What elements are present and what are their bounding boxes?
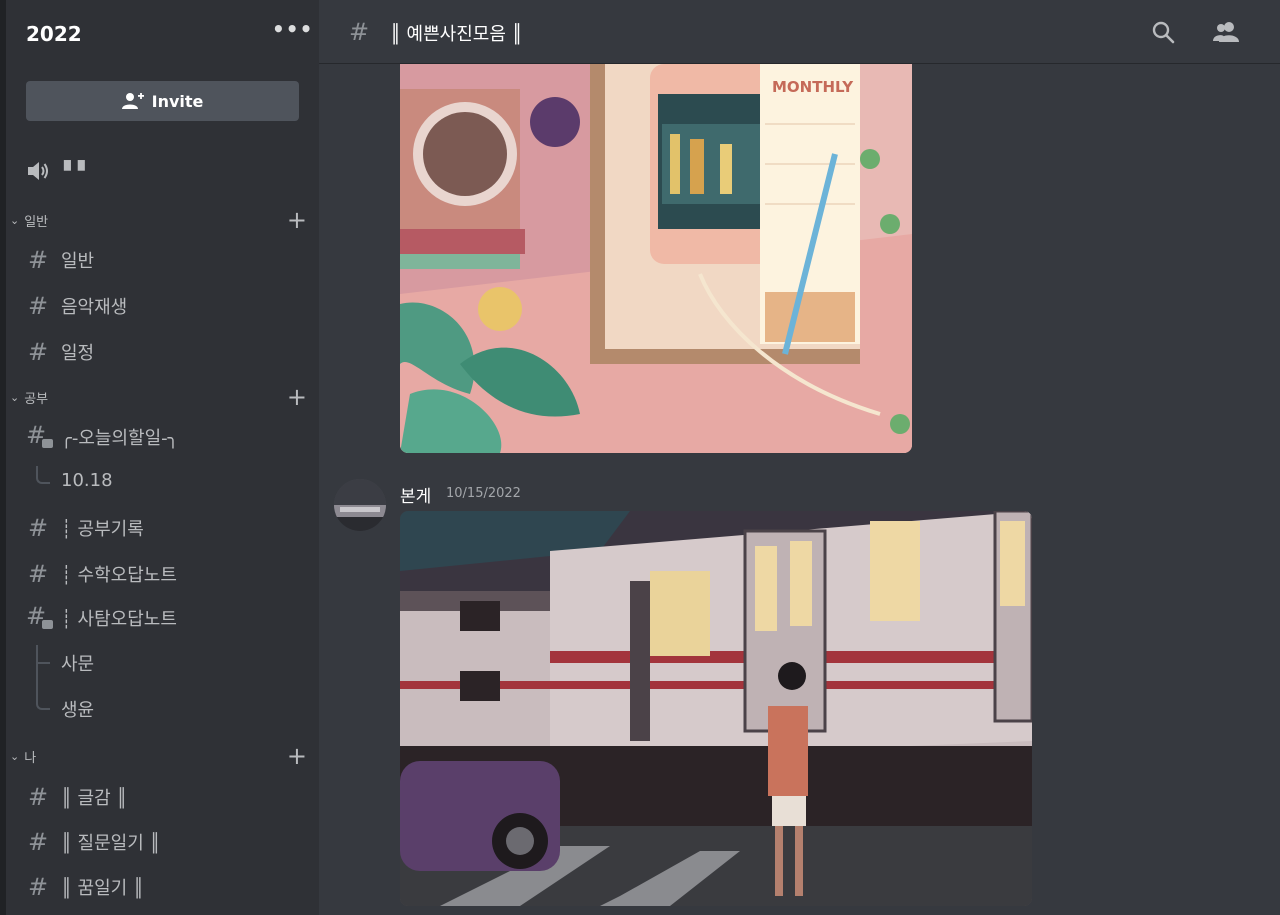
chevron-down-icon: ⌄ [10, 391, 20, 404]
channel-label: ┊ 공부기록 [61, 519, 144, 540]
voice-channel-label: ▘▘ [64, 160, 92, 182]
add-channel-icon[interactable]: + [287, 383, 307, 411]
channel-writing[interactable]: # ║ 글감 ║ [26, 783, 127, 811]
thread-connector [36, 466, 50, 484]
search-icon[interactable] [1151, 20, 1175, 44]
channel-schedule[interactable]: # 일정 [26, 338, 94, 366]
channel-math[interactable]: # ┊ 수학오답노트 [26, 560, 177, 588]
hash-icon: # [27, 246, 49, 274]
attachment-image[interactable] [400, 511, 1032, 906]
channel-label: ┊ 수학오답노트 [61, 565, 177, 586]
hash-icon: # [27, 560, 49, 588]
category-general[interactable]: ⌄ 일반 + [10, 206, 310, 234]
channel-label: ║ 꿈일기 ║ [61, 878, 144, 899]
hash-icon: # [27, 828, 49, 856]
hash-icon: # [27, 292, 49, 320]
category-study[interactable]: ⌄ 공부 + [10, 383, 310, 411]
channel-label: ╭-오늘의할일-╮ [61, 428, 179, 449]
hash-icon: # [349, 18, 370, 46]
attachment-image[interactable]: MONTHLY [400, 64, 912, 453]
add-channel-icon[interactable]: + [287, 742, 307, 770]
channel-label: 음악재생 [61, 297, 128, 318]
channel-label: 일반 [61, 251, 95, 272]
thread-1018[interactable]: 10.18 [61, 470, 113, 491]
channel-general[interactable]: # 일반 [26, 246, 94, 274]
members-icon[interactable] [1212, 20, 1240, 44]
train-illustration [400, 511, 1032, 906]
hash-icon: # [27, 873, 49, 901]
thread-icon: # [26, 421, 53, 449]
thread-icon: # [26, 602, 53, 630]
avatar-image [334, 479, 386, 531]
thread-saengyun[interactable]: 생윤 [61, 696, 94, 722]
voice-channel[interactable]: ▘▘ [26, 160, 92, 182]
message-author[interactable]: 본게 [400, 482, 431, 507]
category-label: 공부 [24, 392, 49, 407]
svg-text:MONTHLY: MONTHLY [772, 78, 854, 96]
category-me[interactable]: ⌄ 나 + [10, 742, 310, 770]
hash-icon: # [27, 783, 49, 811]
invite-button[interactable]: Invite [26, 81, 299, 121]
category-label: 일반 [24, 215, 49, 230]
channel-header: # ║ 예쁜사진모음 ║ [319, 0, 1280, 64]
more-options-icon[interactable]: ••• [272, 17, 313, 41]
thread-connector [36, 662, 50, 710]
hash-icon: # [27, 338, 49, 366]
category-label: 나 [24, 751, 37, 766]
channel-question[interactable]: # ║ 질문일기 ║ [26, 828, 160, 856]
add-channel-icon[interactable]: + [287, 206, 307, 234]
channel-social[interactable]: # ┊ 사탐오답노트 [26, 602, 177, 631]
speaker-icon [28, 162, 48, 180]
channel-study-log[interactable]: # ┊ 공부기록 [26, 514, 144, 542]
channel-title: ║ 예쁜사진모음 ║ [390, 24, 523, 45]
add-user-icon [121, 93, 144, 109]
channel-todo[interactable]: # ╭-오늘의할일-╮ [26, 421, 179, 450]
channel-label: ║ 질문일기 ║ [61, 833, 161, 854]
server-name: 2022 [26, 22, 82, 46]
hash-icon: # [27, 514, 49, 542]
sidebar-edge [0, 0, 6, 915]
invite-label: Invite [151, 91, 204, 111]
channel-label: 일정 [61, 343, 95, 364]
server-header[interactable]: 2022 ••• [6, 0, 319, 64]
desk-illustration: MONTHLY [400, 64, 912, 453]
thread-samun[interactable]: 사문 [61, 650, 94, 676]
channel-label: ║ 글감 ║ [61, 788, 128, 809]
chevron-down-icon: ⌄ [10, 750, 20, 763]
channel-label: ┊ 사탐오답노트 [61, 609, 177, 630]
chevron-down-icon: ⌄ [10, 214, 20, 227]
channel-dream[interactable]: # ║ 꿈일기 ║ [26, 873, 144, 901]
avatar[interactable] [334, 479, 386, 531]
channel-music[interactable]: # 음악재생 [26, 292, 127, 320]
channel-sidebar: 2022 ••• Invite ▘▘ ⌄ 일반 + # 일반 # 음악재생 # … [0, 0, 319, 915]
message-timestamp: 10/15/2022 [446, 486, 521, 501]
